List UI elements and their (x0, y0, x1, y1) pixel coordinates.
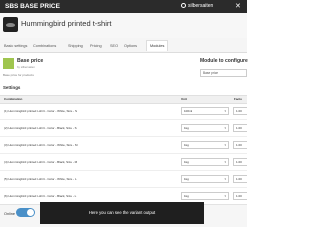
chevron-down-icon: ▾ (224, 177, 226, 181)
settings-heading: Settings (3, 85, 21, 90)
tab-seo[interactable]: SEO (110, 41, 118, 51)
tooltip-overlay: Here you can see the variant output (40, 202, 204, 224)
chevron-down-icon: ▾ (224, 126, 226, 130)
close-icon[interactable]: ✕ (235, 2, 241, 10)
unit-select[interactable]: 1kg ▾ (181, 192, 229, 200)
table-header: Combination Unit Facto (0, 95, 247, 104)
col-factor: Facto (234, 97, 243, 101)
table-row: (2) Hummingbird printed t-shirt - Color … (0, 121, 247, 137)
col-combination: Combination (4, 97, 23, 101)
app-title: SBS BASE PRICE (5, 3, 60, 10)
unit-select[interactable]: 1kg ▾ (181, 141, 229, 149)
toggle-knob (27, 209, 34, 216)
factor-input[interactable]: 1.00 (233, 158, 247, 166)
unit-select[interactable]: 100ml ▾ (181, 107, 229, 115)
unit-value: 1kg (184, 160, 189, 164)
module-title: Base price (17, 58, 44, 64)
product-tabs: Basic settings Combinations Shipping Pri… (0, 38, 247, 53)
combination-name: (6) Hummingbird printed t-shirt - Color … (4, 194, 77, 198)
tab-combinations[interactable]: Combinations (33, 41, 56, 51)
hummingbird-logo-icon (3, 17, 18, 32)
tab-basic-settings[interactable]: Basic settings (4, 41, 27, 51)
combination-name: (1) Hummingbird printed t-shirt - Color … (4, 109, 78, 113)
unit-value: 1kg (184, 177, 189, 181)
factor-input[interactable]: 1.00 (233, 141, 247, 149)
module-select[interactable]: Base price (200, 69, 247, 77)
col-unit: Unit (181, 97, 187, 101)
product-header: Hummingbird printed t-shirt (0, 13, 247, 39)
unit-value: 1kg (184, 194, 189, 198)
unit-value: 100ml (184, 109, 193, 113)
online-toggle[interactable] (16, 208, 35, 217)
module-config-label: Module to configure (200, 58, 248, 64)
table-row: (3) Hummingbird printed t-shirt - Color … (0, 138, 247, 154)
product-title[interactable]: Hummingbird printed t-shirt (21, 19, 111, 28)
unit-value: 1kg (184, 126, 189, 130)
base-price-module-icon (3, 58, 14, 69)
factor-input[interactable]: 1.00 (233, 107, 247, 115)
module-description: Base price for products (3, 73, 34, 77)
unit-select[interactable]: 1kg ▾ (181, 124, 229, 132)
combination-name: (5) Hummingbird printed t-shirt - Color … (4, 177, 77, 181)
table-row: (5) Hummingbird printed t-shirt - Color … (0, 172, 247, 188)
combination-name: (4) Hummingbird printed t-shirt - Color … (4, 160, 78, 164)
tab-modules[interactable]: Modules (146, 40, 169, 51)
tooltip-text: Here you can see the variant output (88, 210, 156, 215)
combination-name: (2) Hummingbird printed t-shirt - Color … (4, 126, 77, 130)
module-vendor: by silbersaiten (17, 65, 35, 69)
silbersaiten-logo-icon (181, 3, 186, 8)
combination-name: (3) Hummingbird printed t-shirt - Color … (4, 143, 78, 147)
tab-shipping[interactable]: Shipping (68, 41, 83, 51)
chevron-down-icon: ▾ (224, 143, 226, 147)
chevron-down-icon: ▾ (224, 194, 226, 198)
online-label: Online (4, 212, 15, 216)
factor-input[interactable]: 1.00 (233, 192, 247, 200)
app-topbar: SBS BASE PRICE silbersaiten ✕ (0, 0, 247, 13)
unit-select[interactable]: 1kg ▾ (181, 158, 229, 166)
tab-pricing[interactable]: Pricing (90, 41, 102, 51)
unit-select[interactable]: 1kg ▾ (181, 175, 229, 183)
chevron-down-icon: ▾ (224, 109, 226, 113)
table-row: (1) Hummingbird printed t-shirt - Color … (0, 104, 247, 120)
brand-name: silbersaiten (188, 3, 214, 9)
factor-input[interactable]: 1.00 (233, 175, 247, 183)
table-row: (4) Hummingbird printed t-shirt - Color … (0, 155, 247, 171)
factor-input[interactable]: 1.00 (233, 124, 247, 132)
chevron-down-icon: ▾ (224, 160, 226, 164)
unit-value: 1kg (184, 143, 189, 147)
tab-options[interactable]: Options (124, 41, 137, 51)
